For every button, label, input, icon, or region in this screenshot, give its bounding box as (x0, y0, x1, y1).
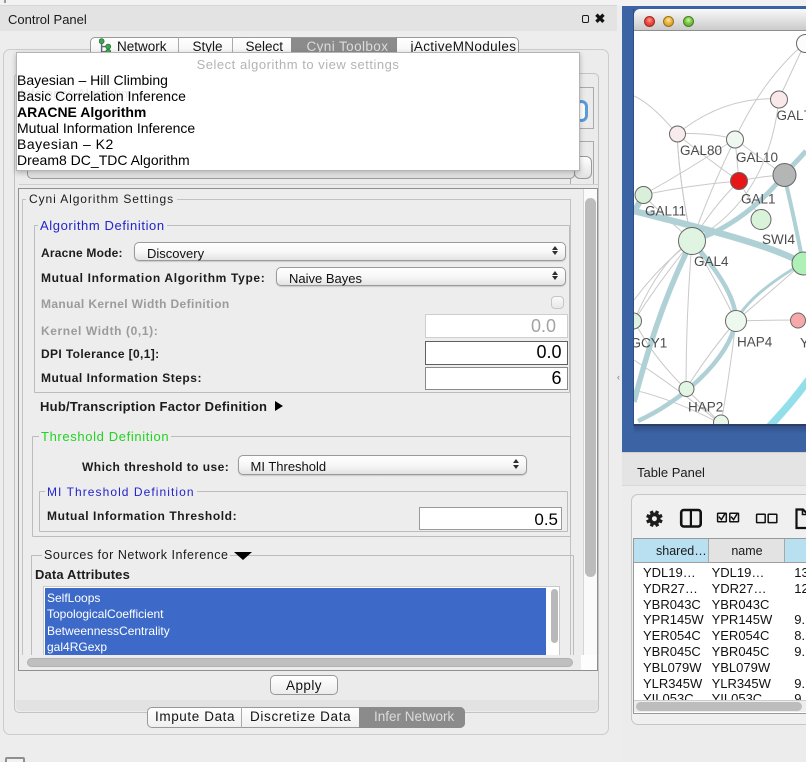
svg-text:GAL1: GAL1 (741, 192, 776, 207)
svg-text:GAL4: GAL4 (694, 254, 729, 269)
svg-text:GAL7: GAL7 (777, 108, 806, 123)
svg-text:GAL80: GAL80 (680, 143, 722, 158)
svg-text:HAP2: HAP2 (688, 400, 723, 415)
svg-text:GAL10: GAL10 (736, 150, 778, 165)
svg-text:SWI4: SWI4 (762, 232, 795, 247)
svg-text:HAP4: HAP4 (737, 335, 773, 350)
svg-text:GCY1: GCY1 (634, 336, 667, 351)
svg-text:GAL11: GAL11 (645, 204, 686, 219)
svg-text:Y: Y (800, 336, 806, 351)
